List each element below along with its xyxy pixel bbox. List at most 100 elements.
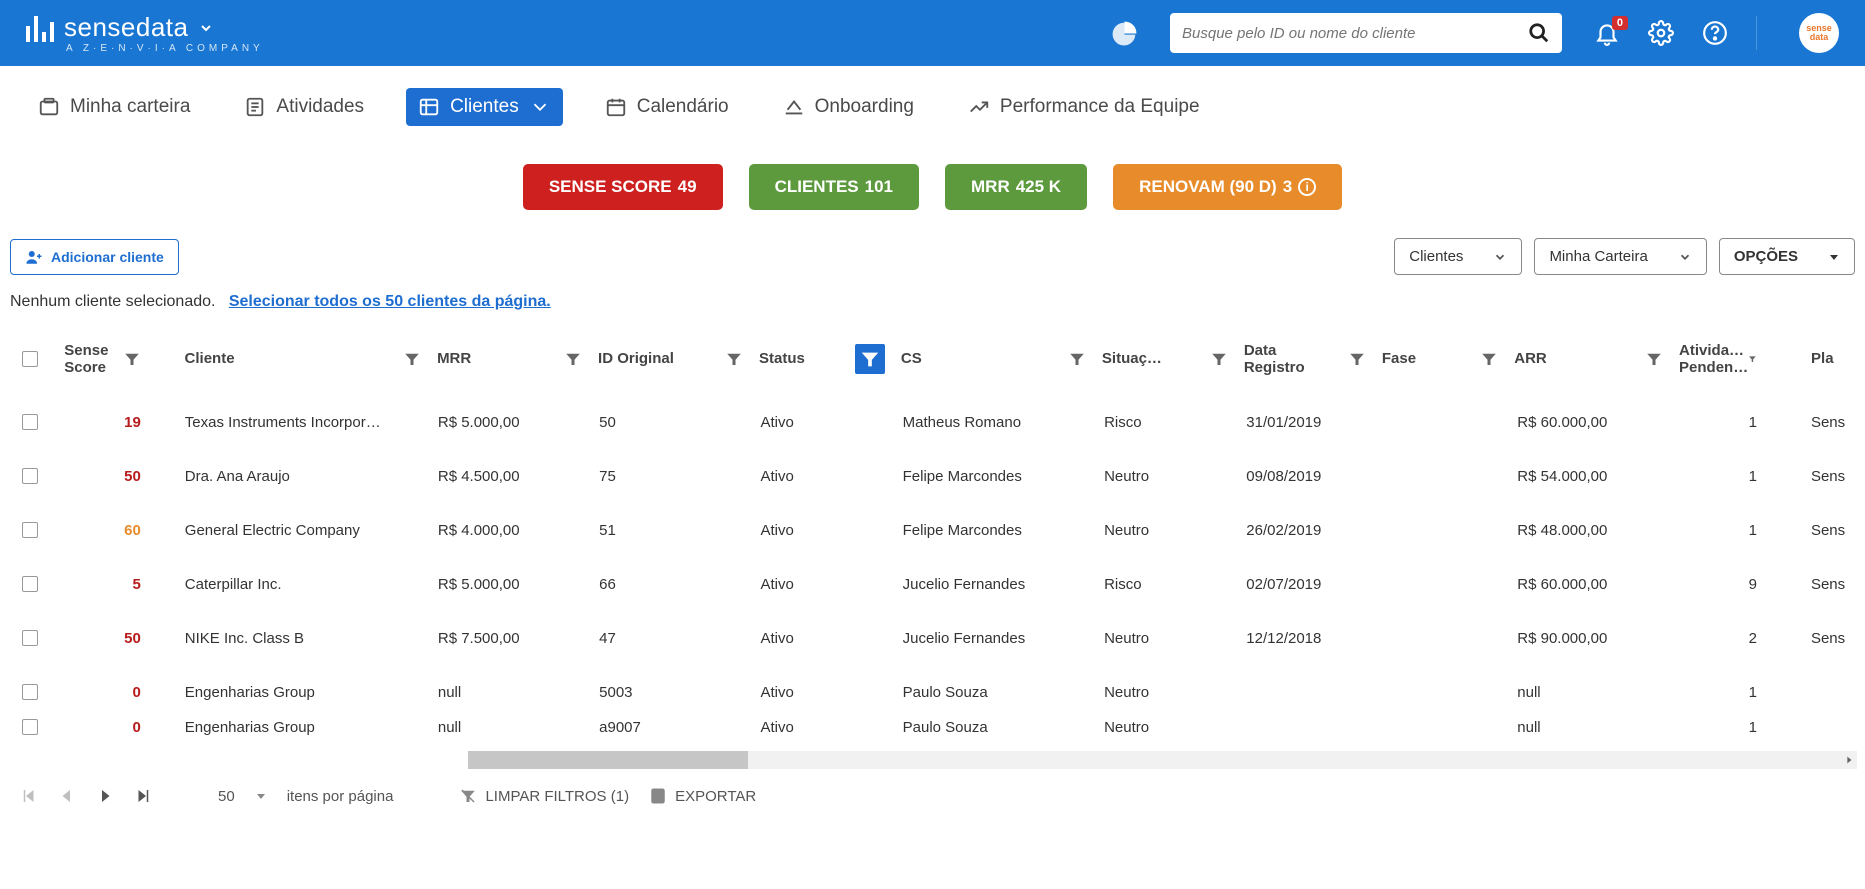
filter-icon[interactable]: [1068, 350, 1086, 368]
nav-clientes[interactable]: Clientes: [406, 88, 563, 126]
cell-cs: Paulo Souza: [895, 719, 1096, 736]
col-header[interactable]: MRR: [437, 350, 471, 367]
cell-mrr: R$ 7.500,00: [430, 630, 591, 647]
user-avatar[interactable]: sensedata: [1799, 13, 1839, 53]
horizontal-scrollbar[interactable]: [8, 751, 1857, 773]
table-row[interactable]: 50Dra. Ana AraujoR$ 4.500,0075AtivoFelip…: [4, 449, 1861, 503]
chevron-down-icon[interactable]: [198, 20, 214, 36]
select-all-checkbox[interactable]: [22, 351, 38, 367]
page-size-value[interactable]: 50: [218, 788, 235, 805]
nav-label: Onboarding: [815, 96, 914, 118]
notification-badge: 0: [1612, 16, 1628, 30]
cell-atividades: 1: [1674, 414, 1803, 431]
select-all-link[interactable]: Selecionar todos os 50 clientes da págin…: [229, 293, 551, 310]
search-icon[interactable]: [1528, 22, 1550, 44]
col-header[interactable]: Sense Score: [64, 342, 118, 376]
scroll-right-arrow[interactable]: [1841, 751, 1857, 769]
add-person-icon: [25, 248, 43, 266]
clear-filter-icon: [459, 787, 477, 805]
page-prev-button[interactable]: [58, 787, 76, 805]
page-next-button[interactable]: [96, 787, 114, 805]
filter-icon[interactable]: [1645, 350, 1663, 368]
col-header[interactable]: Cliente: [185, 350, 235, 367]
col-header[interactable]: Status: [759, 350, 805, 367]
nav-performance[interactable]: Performance da Equipe: [956, 88, 1212, 126]
col-header[interactable]: CS: [901, 350, 922, 367]
pill-sense-score[interactable]: SENSE SCORE 49: [523, 164, 723, 210]
col-header[interactable]: Ativida… Penden…: [1679, 342, 1748, 376]
filter-icon-active[interactable]: [855, 344, 885, 374]
pill-clientes[interactable]: CLIENTES 101: [749, 164, 919, 210]
filter-icon[interactable]: [1348, 350, 1366, 368]
entity-select[interactable]: Clientes: [1394, 238, 1522, 275]
nav-onboarding[interactable]: Onboarding: [771, 88, 926, 126]
clients-grid: Sense Score Cliente MRR ID Original Stat…: [0, 323, 1865, 773]
button-label: Adicionar cliente: [51, 249, 164, 265]
selection-info: Nenhum cliente selecionado. Selecionar t…: [0, 293, 1865, 323]
table-row[interactable]: 60General Electric CompanyR$ 4.000,0051A…: [4, 503, 1861, 557]
caret-down-icon[interactable]: [255, 790, 267, 802]
filter-icon[interactable]: [1210, 350, 1228, 368]
col-header[interactable]: ARR: [1514, 350, 1547, 367]
filter-icon[interactable]: [725, 350, 743, 368]
row-checkbox[interactable]: [22, 414, 38, 430]
nav-minha-carteira[interactable]: Minha carteira: [26, 88, 202, 126]
row-checkbox[interactable]: [22, 630, 38, 646]
col-header[interactable]: Fase: [1382, 350, 1416, 367]
nav-calendario[interactable]: Calendário: [593, 88, 741, 126]
clear-filters-button[interactable]: LIMPAR FILTROS (1): [459, 787, 629, 805]
col-header[interactable]: Pla: [1811, 350, 1834, 367]
table-row[interactable]: 0Engenharias Groupnull5003AtivoPaulo Sou…: [4, 665, 1861, 719]
table-row[interactable]: 5Caterpillar Inc.R$ 5.000,0066AtivoJucel…: [4, 557, 1861, 611]
options-button[interactable]: OPÇÕES: [1719, 238, 1855, 275]
cell-cs: Felipe Marcondes: [895, 468, 1096, 485]
nav-label: Calendário: [637, 96, 729, 118]
cell-situacao: Neutro: [1096, 522, 1238, 539]
pill-mrr[interactable]: MRR 425 K: [945, 164, 1087, 210]
add-client-button[interactable]: Adicionar cliente: [10, 239, 179, 275]
brand-name: sensedata: [64, 12, 188, 43]
table-row[interactable]: 50NIKE Inc. Class BR$ 7.500,0047AtivoJuc…: [4, 611, 1861, 665]
pie-chart-icon[interactable]: [1112, 20, 1138, 46]
cell-cliente: Engenharias Group: [177, 719, 430, 736]
nav-atividades[interactable]: Atividades: [232, 88, 376, 126]
filter-icon[interactable]: [123, 350, 141, 368]
notifications-icon[interactable]: 0: [1594, 20, 1620, 46]
help-icon[interactable]: [1702, 20, 1728, 46]
brand-subtitle: A Z·E·N·V·I·A COMPANY: [26, 43, 264, 54]
table-row[interactable]: 19Texas Instruments Incorpor…R$ 5.000,00…: [4, 395, 1861, 449]
cell-situacao: Risco: [1096, 576, 1238, 593]
page-last-button[interactable]: [134, 787, 152, 805]
scope-select[interactable]: Minha Carteira: [1534, 238, 1706, 275]
pill-renovam[interactable]: RENOVAM (90 D) 3 i: [1113, 164, 1342, 210]
page-first-button[interactable]: [20, 787, 38, 805]
settings-icon[interactable]: [1648, 20, 1674, 46]
cell-situacao: Risco: [1096, 414, 1238, 431]
row-checkbox[interactable]: [22, 719, 38, 735]
scroll-thumb[interactable]: [468, 751, 748, 769]
brand-logo[interactable]: sensedata A Z·E·N·V·I·A COMPANY: [26, 12, 264, 54]
filter-icon[interactable]: [564, 350, 582, 368]
cell-data: 31/01/2019: [1238, 414, 1376, 431]
filter-icon[interactable]: [1748, 350, 1757, 368]
row-checkbox[interactable]: [22, 684, 38, 700]
filter-icon[interactable]: [403, 350, 421, 368]
logo-bars-icon: [26, 14, 54, 42]
col-header[interactable]: ID Original: [598, 350, 674, 367]
col-header[interactable]: Situaç…: [1102, 350, 1162, 367]
row-checkbox[interactable]: [22, 576, 38, 592]
filter-icon[interactable]: [1480, 350, 1498, 368]
cell-atividades: 2: [1674, 630, 1803, 647]
nav-label: Clientes: [450, 96, 519, 118]
cell-atividades: 1: [1674, 719, 1803, 736]
cell-atividades: 1: [1674, 522, 1803, 539]
cell-cliente: Dra. Ana Araujo: [177, 468, 430, 485]
cell-atividades: 1: [1674, 468, 1803, 485]
export-button[interactable]: EXPORTAR: [649, 787, 756, 805]
search-input[interactable]: [1182, 25, 1528, 42]
col-header[interactable]: Data Registro: [1244, 342, 1314, 376]
row-checkbox[interactable]: [22, 468, 38, 484]
table-row[interactable]: 0Engenharias Groupnulla9007AtivoPaulo So…: [4, 719, 1861, 751]
row-checkbox[interactable]: [22, 522, 38, 538]
search-box[interactable]: [1170, 13, 1562, 53]
